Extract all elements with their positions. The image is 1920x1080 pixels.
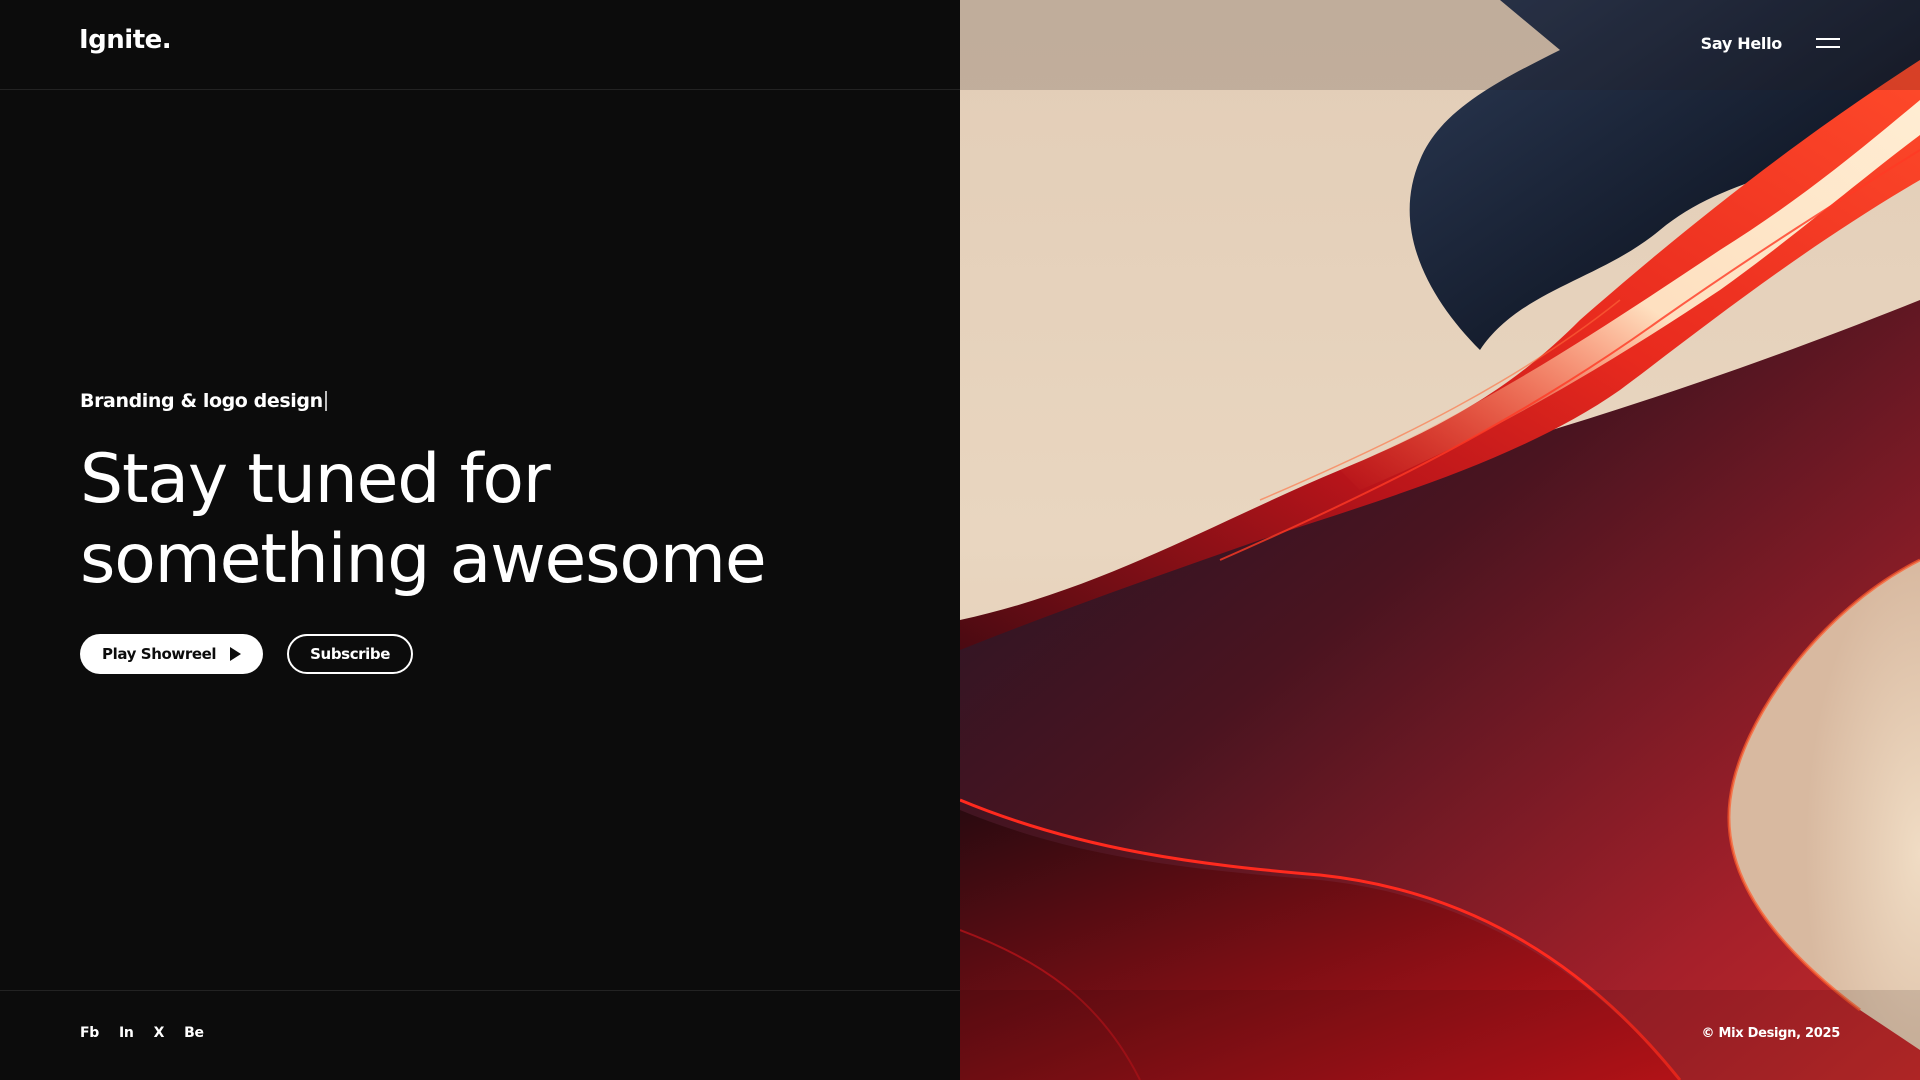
header-divider <box>0 89 960 90</box>
typing-caret <box>324 391 327 411</box>
play-showreel-button[interactable]: Play Showreel <box>80 634 264 674</box>
play-icon <box>230 647 242 661</box>
headline-line-2: something awesome <box>80 520 767 599</box>
play-showreel-label: Play Showreel <box>102 645 217 663</box>
site-logo[interactable]: Ignite. <box>79 25 172 55</box>
social-link-x[interactable]: X <box>154 1025 165 1041</box>
menu-line <box>1816 46 1840 48</box>
site-footer: Fb In X Be © Mix Design, 2025 <box>0 990 1920 1080</box>
hero-section: Branding & logo design Stay tuned for so… <box>80 390 920 674</box>
footer-divider <box>0 990 960 991</box>
abstract-wave-artwork <box>960 0 1920 1080</box>
menu-line <box>1816 38 1840 40</box>
typed-text: Branding & logo design <box>80 390 323 412</box>
hero-headline: Stay tuned for something awesome <box>80 440 920 600</box>
cta-row: Play Showreel Subscribe <box>80 634 920 674</box>
social-link-behance[interactable]: Be <box>184 1025 204 1041</box>
headline-line-1: Stay tuned for <box>80 440 551 519</box>
landing-page: Ignite. Say Hello Branding & logo design… <box>0 0 1920 1080</box>
social-link-linkedin[interactable]: In <box>119 1025 134 1041</box>
subscribe-button[interactable]: Subscribe <box>287 634 414 674</box>
say-hello-link[interactable]: Say Hello <box>1701 34 1783 53</box>
wave-illustration <box>960 0 1920 1080</box>
social-link-facebook[interactable]: Fb <box>80 1025 99 1041</box>
hero-eyebrow: Branding & logo design <box>80 390 920 412</box>
social-links: Fb In X Be <box>80 1025 204 1041</box>
site-header: Ignite. Say Hello <box>0 0 1920 90</box>
copyright-text: © Mix Design, 2025 <box>1701 1026 1841 1041</box>
hamburger-menu-icon[interactable] <box>1816 37 1842 51</box>
